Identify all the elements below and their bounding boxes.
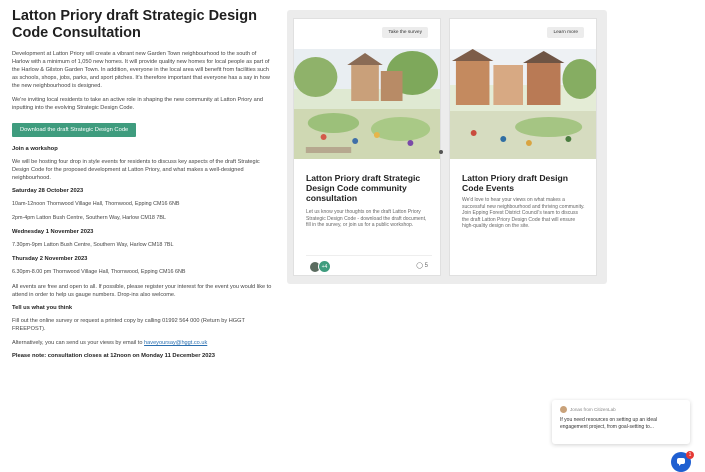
survey-card-image	[294, 49, 440, 159]
page-title: Latton Priory draft Strategic Design Cod…	[12, 8, 257, 41]
closing-note: Please note: consultation closes at 12no…	[12, 353, 215, 359]
chat-preview[interactable]: Jonas from CitizenLab If you need resour…	[552, 400, 690, 444]
events-card-description: We'd love to hear your views on what mak…	[462, 197, 585, 229]
survey-card-description: Let us know your thoughts on the draft L…	[306, 209, 427, 228]
workshop-paragraph: We will be hosting four drop in style ev…	[12, 159, 260, 181]
email-link[interactable]: haveyoursay@hggt.co.uk	[144, 340, 207, 346]
take-survey-button[interactable]: Take the survey	[382, 27, 428, 38]
ideas-count: ◯ 5	[416, 262, 428, 269]
survey-card-footer: +4 ◯ 5	[306, 255, 432, 274]
survey-paragraph: Fill out the online survey or request a …	[12, 318, 245, 332]
main-content: Latton Priory draft Strategic Design Cod…	[12, 8, 274, 359]
event-1b: 2pm-4pm Latton Bush Centre, Southern Way…	[12, 215, 167, 221]
learn-more-button[interactable]: Learn more	[547, 27, 584, 38]
ideas-count-value: 5	[424, 263, 428, 269]
project-cards-panel: Take the survey Latton Priory draft Stra…	[287, 10, 607, 284]
events-card[interactable]: Learn more Latton Priory draft Design Co…	[449, 18, 597, 276]
survey-card[interactable]: Take the survey Latton Priory draft Stra…	[293, 18, 441, 276]
more-participants-badge: +4	[318, 260, 331, 273]
chat-sender: Jonas from CitizenLab	[570, 407, 616, 412]
lightbulb-icon: ◯	[416, 263, 423, 269]
download-button[interactable]: Download the draft Strategic Design Code	[12, 123, 137, 137]
workshop-heading: Join a workshop	[12, 146, 58, 152]
chat-bubble-icon	[677, 458, 685, 466]
chat-header: Jonas from CitizenLab	[560, 406, 682, 413]
event-date-2: Wednesday 1 November 2023	[12, 229, 94, 235]
notification-badge: 1	[686, 451, 694, 459]
email-text: Alternatively, you can send us your view…	[12, 340, 145, 346]
participant-avatars: +4	[310, 260, 340, 274]
survey-card-title[interactable]: Latton Priory draft Strategic Design Cod…	[306, 173, 432, 203]
email-paragraph: Alternatively, you can send us your view…	[12, 339, 274, 347]
events-card-title[interactable]: Latton Priory draft Design Code Events	[462, 173, 588, 193]
intro-paragraph: Development at Latton Priory will create…	[12, 51, 270, 89]
event-date-3: Thursday 2 November 2023	[12, 256, 88, 262]
events-card-image	[450, 49, 596, 159]
event-date-1: Saturday 28 October 2023	[12, 188, 84, 194]
agent-avatar	[560, 406, 567, 413]
tell-us-heading: Tell us what you think	[12, 305, 73, 311]
event-1a: 10am-12noon Thornwood Village Hall, Thor…	[12, 201, 180, 207]
free-events-paragraph: All events are free and open to all. If …	[12, 284, 272, 298]
chat-message: If you need resources on setting up an i…	[560, 417, 658, 430]
event-2: 7.30pm-9pm Latton Bush Centre, Southern …	[12, 242, 174, 248]
invite-paragraph: We're inviting local residents to take a…	[12, 97, 263, 111]
event-3: 6.30pm-8.00 pm Thornwood Village Hall, T…	[12, 269, 186, 275]
carousel-dot[interactable]	[439, 150, 443, 154]
